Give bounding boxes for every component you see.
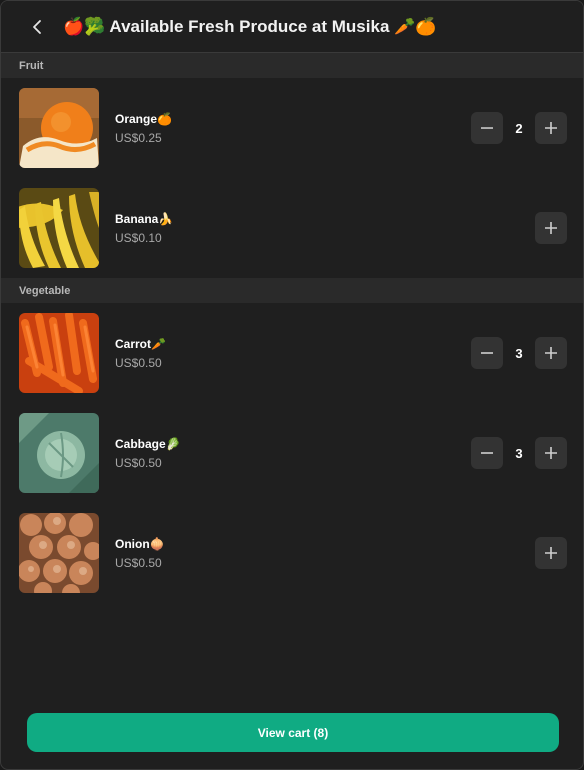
increment-button[interactable] — [535, 537, 567, 569]
quantity-stepper — [535, 537, 567, 569]
plus-icon — [545, 347, 557, 359]
decrement-button[interactable] — [471, 112, 503, 144]
product-price: US$0.50 — [115, 455, 162, 470]
quantity-stepper: 3 — [471, 437, 567, 469]
back-button[interactable] — [23, 12, 53, 42]
minus-icon — [481, 452, 493, 454]
quantity-value: 3 — [515, 445, 523, 461]
quantity-value: 3 — [515, 345, 523, 361]
product-row-carrot: Carrot🥕 US$0.50 3 — [1, 303, 583, 403]
product-name: Onion🧅 — [115, 536, 165, 551]
minus-icon — [481, 352, 493, 354]
product-price: US$0.25 — [115, 130, 162, 145]
decrement-button[interactable] — [471, 437, 503, 469]
product-price: US$0.10 — [115, 230, 162, 245]
cabbage-image — [19, 413, 99, 493]
orange-image — [19, 88, 99, 168]
product-price: US$0.50 — [115, 355, 162, 370]
quantity-stepper: 3 — [471, 337, 567, 369]
plus-icon — [545, 122, 557, 134]
chevron-left-icon — [33, 19, 41, 34]
product-name: Banana🍌 — [115, 211, 174, 226]
product-name: Cabbage🥬 — [115, 436, 181, 451]
section-header-fruit: Fruit — [1, 53, 583, 78]
quantity-value: 2 — [515, 120, 523, 136]
increment-button[interactable] — [535, 212, 567, 244]
view-cart-button[interactable]: View cart (8) — [27, 713, 559, 752]
header: 🍎🥦 Available Fresh Produce at Musika 🥕🍊 — [1, 1, 583, 53]
increment-button[interactable] — [535, 437, 567, 469]
minus-icon — [481, 127, 493, 129]
product-row-banana: Banana🍌 US$0.10 — [1, 178, 583, 278]
app-window: 🍎🥦 Available Fresh Produce at Musika 🥕🍊 … — [0, 0, 584, 770]
page-title: 🍎🥦 Available Fresh Produce at Musika 🥕🍊 — [63, 16, 437, 36]
carrot-image — [19, 313, 99, 393]
decrement-button[interactable] — [471, 337, 503, 369]
quantity-stepper — [535, 212, 567, 244]
product-name: Orange🍊 — [115, 111, 172, 126]
plus-icon — [545, 447, 557, 459]
section-header-vegetable: Vegetable — [1, 278, 583, 303]
banana-image — [19, 188, 99, 268]
increment-button[interactable] — [535, 337, 567, 369]
quantity-stepper: 2 — [471, 112, 567, 144]
increment-button[interactable] — [535, 112, 567, 144]
product-row-orange: Orange🍊 US$0.25 2 — [1, 78, 583, 178]
onion-image — [19, 513, 99, 593]
product-name: Carrot🥕 — [115, 336, 166, 351]
product-price: US$0.50 — [115, 555, 162, 570]
plus-icon — [545, 222, 557, 234]
product-row-onion: Onion🧅 US$0.50 — [1, 503, 583, 603]
product-row-cabbage: Cabbage🥬 US$0.50 3 — [1, 403, 583, 503]
plus-icon — [545, 547, 557, 559]
